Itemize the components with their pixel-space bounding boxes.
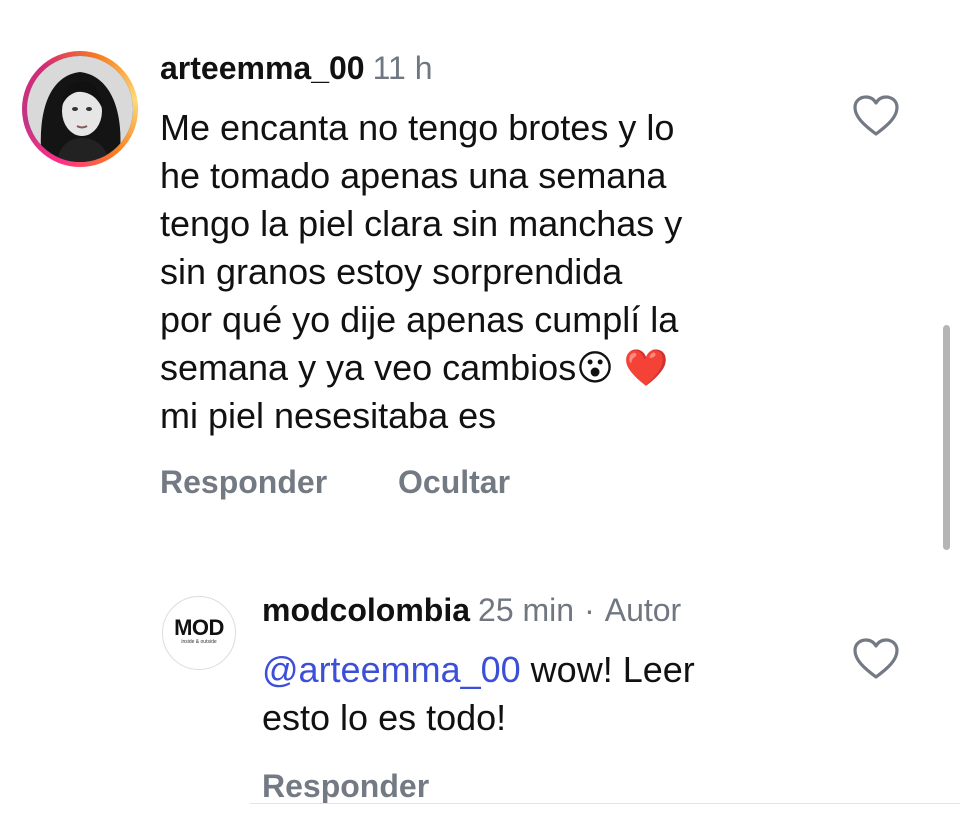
reply-username[interactable]: modcolombia bbox=[262, 592, 470, 628]
meta-separator: · bbox=[584, 592, 595, 628]
surprised-emoji-icon: 😮 bbox=[576, 347, 614, 388]
hide-button[interactable]: Ocultar bbox=[398, 464, 510, 501]
brand-logo: MOD bbox=[174, 615, 224, 640]
comment-time: 11 h bbox=[372, 50, 433, 86]
brand-avatar[interactable]: MOD inside & outside bbox=[162, 596, 236, 670]
author-badge: Autor bbox=[604, 592, 682, 628]
reply-button[interactable]: Responder bbox=[160, 464, 327, 501]
comment-username[interactable]: arteemma_00 bbox=[160, 50, 365, 86]
comment-item: arteemma_00 11 h Me encanta no tengo brot… bbox=[0, 0, 960, 560]
reply-button[interactable]: Responder bbox=[262, 768, 429, 805]
brand-tagline: inside & outside bbox=[181, 639, 217, 645]
reply-header: modcolombia 25 min · Autor bbox=[262, 592, 681, 632]
red-heart-emoji-icon: ❤️ bbox=[623, 347, 669, 388]
bottom-divider bbox=[250, 803, 960, 804]
avatar-photo bbox=[27, 56, 133, 162]
comment-text: Me encanta no tengo brotes y lo he tomad… bbox=[160, 107, 683, 436]
reply-time: 25 min bbox=[478, 592, 575, 628]
heart-outline-icon[interactable] bbox=[852, 94, 900, 138]
reply-text: @arteemma_00 wow! Leer esto lo es todo! bbox=[262, 649, 695, 738]
mention-link[interactable]: @arteemma_00 bbox=[262, 649, 521, 690]
avatar-image bbox=[27, 56, 133, 162]
comment-header: arteemma_00 11 h bbox=[160, 50, 433, 90]
scrollbar[interactable] bbox=[943, 325, 950, 550]
story-avatar[interactable] bbox=[22, 51, 138, 167]
heart-outline-icon[interactable] bbox=[852, 637, 900, 681]
